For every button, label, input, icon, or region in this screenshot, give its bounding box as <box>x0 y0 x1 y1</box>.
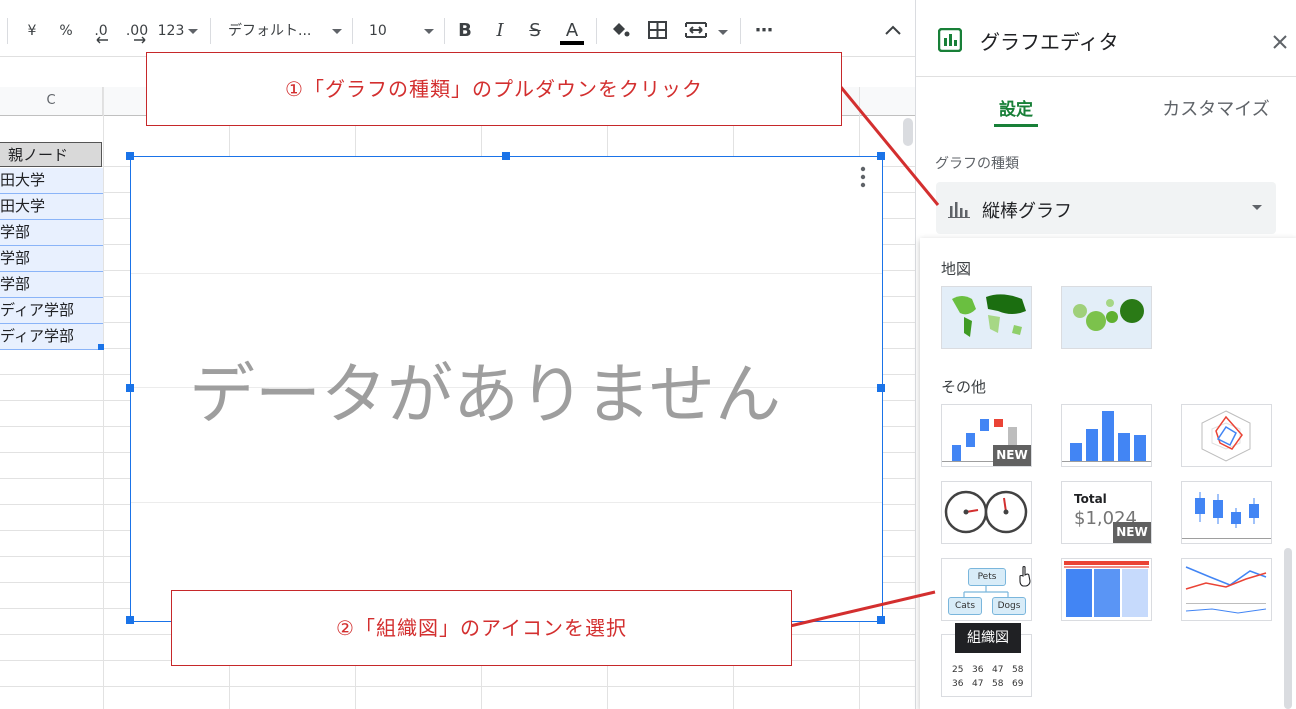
arrow-to-org-chart <box>789 590 936 628</box>
arrow-to-dropdown <box>838 85 940 206</box>
callout-step1: ①「グラフの種類」のプルダウンをクリック <box>146 52 842 126</box>
callout-step2: ②「組織図」のアイコンを選択 <box>171 590 792 666</box>
